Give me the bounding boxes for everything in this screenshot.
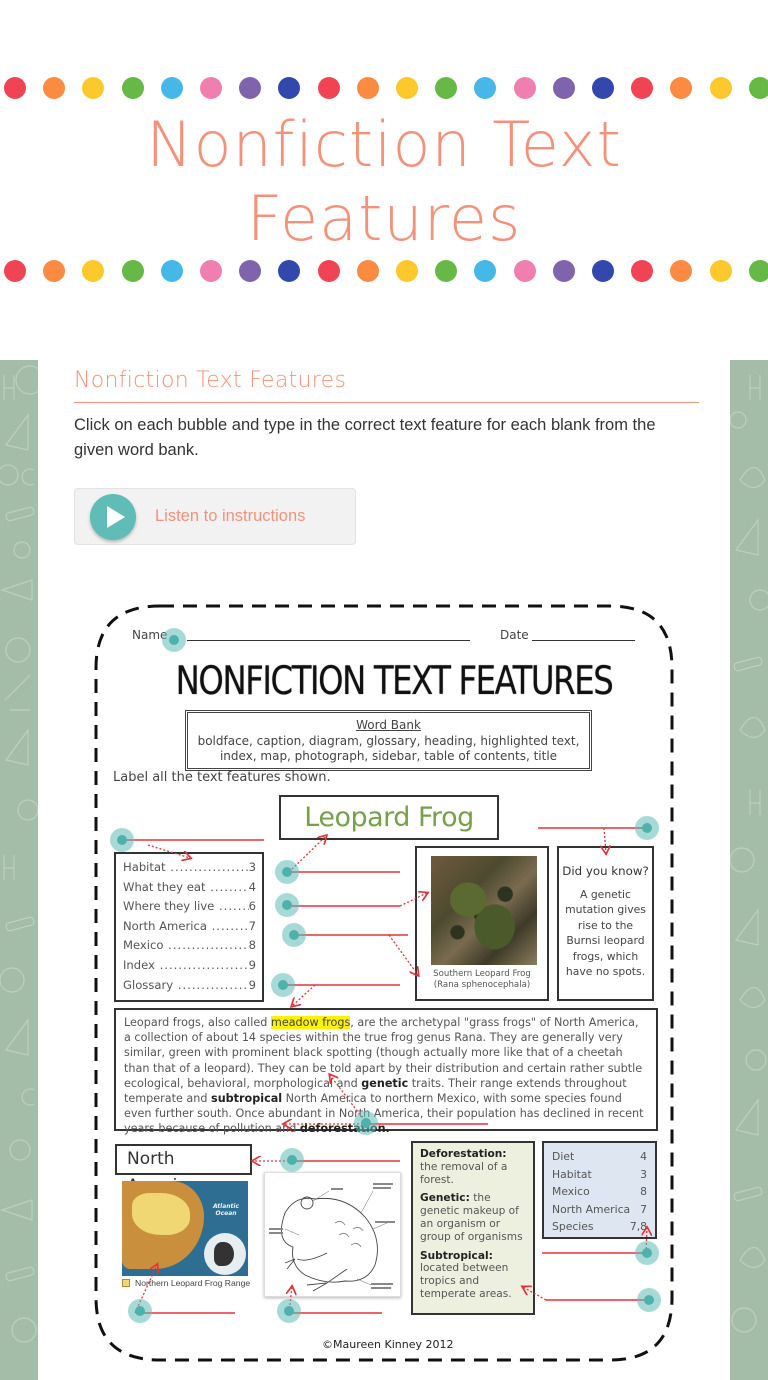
answer-bubble-name[interactable]: [162, 628, 186, 652]
answer-bubble-toc[interactable]: [110, 828, 134, 852]
answer-bubble-glossary[interactable]: [637, 1288, 661, 1312]
answer-bubble-photograph[interactable]: [275, 893, 299, 917]
answer-bubble-highlighted-text[interactable]: [271, 973, 295, 997]
answer-bubble-heading[interactable]: [275, 860, 299, 884]
answer-bubble-sidebar[interactable]: [635, 816, 659, 840]
answer-bubble-diagram[interactable]: [277, 1299, 301, 1323]
answer-bubble-north-america-heading[interactable]: [280, 1148, 304, 1172]
answer-bubble-map[interactable]: [128, 1299, 152, 1323]
worksheet: Name Date NONFICTION TEXT FEATURES Word …: [0, 0, 768, 1380]
answer-lines: [124, 827, 768, 1314]
answer-bubble-boldface[interactable]: [354, 1111, 378, 1135]
answer-bubble-caption[interactable]: [282, 923, 306, 947]
answer-bubble-index[interactable]: [635, 1241, 659, 1265]
